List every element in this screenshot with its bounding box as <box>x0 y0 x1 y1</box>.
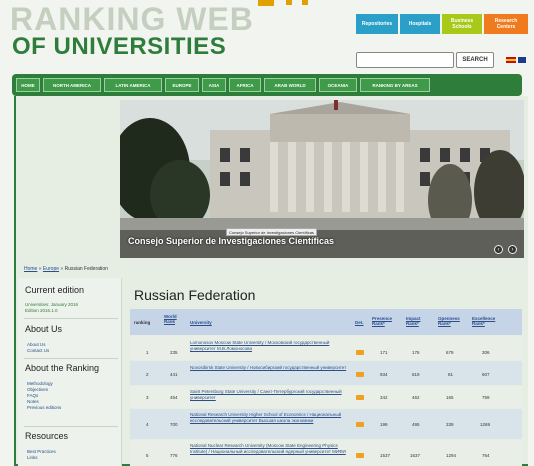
cell-impact: 176 <box>412 350 420 355</box>
hospitals-button[interactable]: Hospitals <box>400 14 440 34</box>
slideshow-prev-button[interactable]: ‹ <box>494 245 503 254</box>
cell-ranking: 1 <box>146 350 149 355</box>
nav-arab-world[interactable]: ARAB WORLD <box>264 78 316 92</box>
logo-title-line1: RANKING WEB <box>10 1 254 37</box>
research-centers-button[interactable]: Research Centers <box>484 14 528 34</box>
business-schools-button[interactable]: Business Schools <box>442 14 482 34</box>
nav-europe[interactable]: EUROPE <box>165 78 199 92</box>
cell-world-rank: 454 <box>170 395 178 400</box>
cell-presence: 342 <box>380 395 388 400</box>
hero-tooltip: Consejo Superior de Investigaciones Cien… <box>226 228 317 236</box>
cell-presence: 171 <box>380 350 388 355</box>
cell-excellence: 1269 <box>480 422 491 427</box>
sidebar-link-methodology[interactable]: Methodology <box>27 381 53 387</box>
cell-university-link[interactable]: Novosibirsk State University / Новосибир… <box>190 365 350 371</box>
cell-openness: 81 <box>448 372 454 377</box>
cell-impact: 1637 <box>410 453 421 458</box>
breadcrumb-home[interactable]: Home <box>24 266 37 272</box>
column-header-presence[interactable]: Presence Rank* <box>372 316 398 326</box>
slideshow-next-button[interactable]: › <box>508 245 517 254</box>
column-header-impact[interactable]: Impact Rank* <box>406 316 430 326</box>
repositories-button[interactable]: Repositories <box>356 14 398 34</box>
sidebar-heading-resources: Resources <box>25 431 69 441</box>
page-title: Russian Federation <box>134 287 256 303</box>
cell-ranking: 2 <box>146 372 149 377</box>
cell-impact: 495 <box>412 422 420 427</box>
edition-version: Edition 2016.1.0 <box>25 308 58 313</box>
nav-home[interactable]: HOME <box>16 78 40 92</box>
nav-asia[interactable]: ASIA <box>202 78 226 92</box>
column-header-ranking: ranking <box>134 320 151 325</box>
sidebar-link-contact-us[interactable]: Contact Us <box>27 348 49 354</box>
breadcrumb-current: Russian Federation <box>64 266 108 272</box>
cell-university-link[interactable]: Lomonosov Moscow State University / Моск… <box>190 340 350 351</box>
breadcrumb-europe[interactable]: Europe <box>43 266 59 272</box>
cell-excellence: 306 <box>482 350 490 355</box>
cell-world-rank: 776 <box>170 453 178 458</box>
page: { "header": { "logo_line1": "RANKING WEB… <box>0 0 534 466</box>
cell-openness: 1294 <box>446 453 457 458</box>
cell-ranking: 3 <box>146 395 149 400</box>
cell-ranking: 4 <box>146 422 149 427</box>
nav-north-america[interactable]: NORTH AMERICA <box>43 78 101 92</box>
spanish-flag-icon[interactable] <box>506 57 516 63</box>
sidebar-link-about-us[interactable]: About Us <box>27 342 46 348</box>
cell-world-rank: 441 <box>170 372 178 377</box>
sidebar-divider <box>24 358 118 359</box>
cell-openness: 165 <box>446 395 454 400</box>
sidebar-link-links[interactable]: Links <box>27 455 38 461</box>
column-header-world-rank[interactable]: World Rank <box>164 314 184 324</box>
hero-slideshow[interactable] <box>120 100 524 258</box>
sidebar-divider <box>24 426 118 427</box>
hero-building-image <box>120 100 524 258</box>
cell-openness: 339 <box>446 422 454 427</box>
nav-ranking-by-areas[interactable]: RANKING BY AREAS <box>360 78 430 92</box>
column-header-details[interactable]: Det. <box>355 320 364 325</box>
cell-university-link[interactable]: National Research University Higher Scho… <box>190 412 350 423</box>
details-icon[interactable] <box>356 350 364 355</box>
column-header-university[interactable]: University <box>190 320 212 325</box>
cell-impact: 462 <box>412 395 420 400</box>
cell-university-link[interactable]: Saint Petersburg State University / Санк… <box>190 389 350 400</box>
cell-openness: 679 <box>446 350 454 355</box>
sidebar-link-best-practices[interactable]: Best Practices <box>27 449 56 455</box>
cell-excellence: 607 <box>482 372 490 377</box>
details-icon[interactable] <box>356 422 364 427</box>
cell-world-rank: 700 <box>170 422 178 427</box>
nav-latin-america[interactable]: LATIN AMERICA <box>104 78 162 92</box>
sidebar-heading-about-us: About Us <box>25 324 63 334</box>
nav-africa[interactable]: AFRICA <box>229 78 261 92</box>
search-button[interactable]: SEARCH <box>456 52 494 68</box>
column-header-excellence[interactable]: Excellence Rank* <box>472 316 502 326</box>
sidebar-link-notes[interactable]: Notes <box>27 399 39 405</box>
column-header-openness[interactable]: Openness Rank* <box>438 316 466 326</box>
cell-ranking: 5 <box>146 453 149 458</box>
top-decoration <box>302 0 308 5</box>
sidebar-heading-about-ranking: About the Ranking <box>25 363 100 373</box>
english-flag-icon[interactable] <box>518 57 526 63</box>
sidebar-heading-current-edition: Current edition <box>25 285 85 295</box>
cell-excellence: 764 <box>482 453 490 458</box>
sidebar-link-faqs[interactable]: FAQs <box>27 393 38 399</box>
sidebar-link-objectives[interactable]: Objectives <box>27 387 48 393</box>
logo-title-line2: OF UNIVERSITIES <box>12 33 227 60</box>
top-decoration <box>286 0 292 5</box>
cell-presence: 934 <box>380 372 388 377</box>
details-icon[interactable] <box>356 453 364 458</box>
nav-oceania[interactable]: OCEANIA <box>319 78 357 92</box>
cell-world-rank: 235 <box>170 350 178 355</box>
search-input[interactable] <box>356 52 454 68</box>
details-icon[interactable] <box>356 395 364 400</box>
top-decoration <box>258 0 274 6</box>
cell-presence: 199 <box>380 422 388 427</box>
sidebar-divider <box>24 318 118 319</box>
hero-caption: Consejo Superior de Investigaciones Cien… <box>128 236 335 246</box>
breadcrumb: Home » Europe » Russian Federation <box>24 266 108 272</box>
details-icon[interactable] <box>356 372 364 377</box>
cell-presence: 1537 <box>380 453 391 458</box>
cell-impact: 619 <box>412 372 420 377</box>
cell-excellence: 759 <box>482 395 490 400</box>
sidebar-link-previous-editions[interactable]: Previous editions <box>27 405 61 411</box>
cell-university-link[interactable]: National Nuclear Research University (Mo… <box>190 443 350 465</box>
